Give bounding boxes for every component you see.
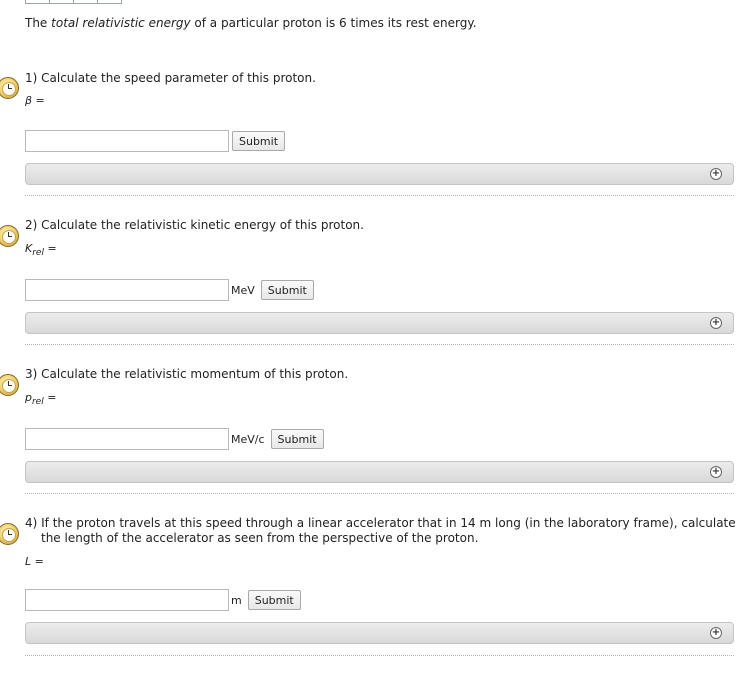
submit-button[interactable]: Submit — [232, 131, 286, 151]
divider — [25, 195, 734, 196]
stopwatch-icon — [0, 225, 19, 247]
help-expander-bar[interactable]: + — [25, 163, 734, 185]
top-tab[interactable] — [25, 0, 50, 4]
divider — [25, 655, 734, 656]
answer-input[interactable] — [25, 279, 229, 301]
help-expander-bar[interactable]: + — [25, 461, 734, 483]
problem-statement: The total relativistic energy of a parti… — [25, 16, 477, 30]
plus-circle-icon[interactable]: + — [710, 168, 722, 180]
help-expander-bar[interactable]: + — [25, 312, 734, 334]
unit-label: MeV — [231, 283, 255, 297]
divider — [25, 493, 734, 494]
stopwatch-icon — [0, 374, 19, 396]
plus-circle-icon[interactable]: + — [710, 466, 722, 478]
answer-variable-label: Krel = — [25, 242, 57, 259]
top-tab-strip — [25, 0, 122, 4]
plus-circle-icon[interactable]: + — [710, 627, 722, 639]
answer-input[interactable] — [25, 130, 229, 152]
answer-row: MeV Submit — [25, 278, 314, 302]
question-text: 2) Calculate the relativistic kinetic en… — [25, 218, 364, 232]
question-text: 3) Calculate the relativistic momentum o… — [25, 367, 349, 381]
answer-row: m Submit — [25, 588, 301, 612]
question-text-line-2: the length of the accelerator as seen fr… — [41, 531, 479, 545]
answer-variable-label: β = — [25, 94, 45, 107]
top-tab[interactable] — [74, 0, 98, 4]
unit-label: MeV/c — [231, 432, 265, 446]
stopwatch-icon — [0, 523, 19, 545]
submit-button[interactable]: Submit — [247, 590, 301, 610]
answer-row: Submit — [25, 129, 286, 153]
answer-row: MeV/c Submit — [25, 427, 324, 451]
answer-variable-label: L = — [25, 555, 44, 568]
submit-button[interactable]: Submit — [270, 429, 324, 449]
divider — [25, 344, 734, 345]
submit-button[interactable]: Submit — [260, 280, 314, 300]
answer-input[interactable] — [25, 428, 229, 450]
top-tab[interactable] — [98, 0, 122, 4]
question-text: 4) If the proton travels at this speed t… — [25, 516, 736, 546]
help-expander-bar[interactable]: + — [25, 622, 734, 644]
question-text-line-1: 4) If the proton travels at this speed t… — [25, 516, 736, 530]
top-tab[interactable] — [50, 0, 74, 4]
stopwatch-icon — [0, 77, 19, 99]
question-text: 1) Calculate the speed parameter of this… — [25, 71, 316, 85]
answer-input[interactable] — [25, 589, 229, 611]
answer-variable-label: prel = — [25, 391, 57, 408]
emphasis-text: total relativistic energy — [51, 16, 191, 30]
unit-label: m — [231, 593, 242, 607]
plus-circle-icon[interactable]: + — [710, 317, 722, 329]
